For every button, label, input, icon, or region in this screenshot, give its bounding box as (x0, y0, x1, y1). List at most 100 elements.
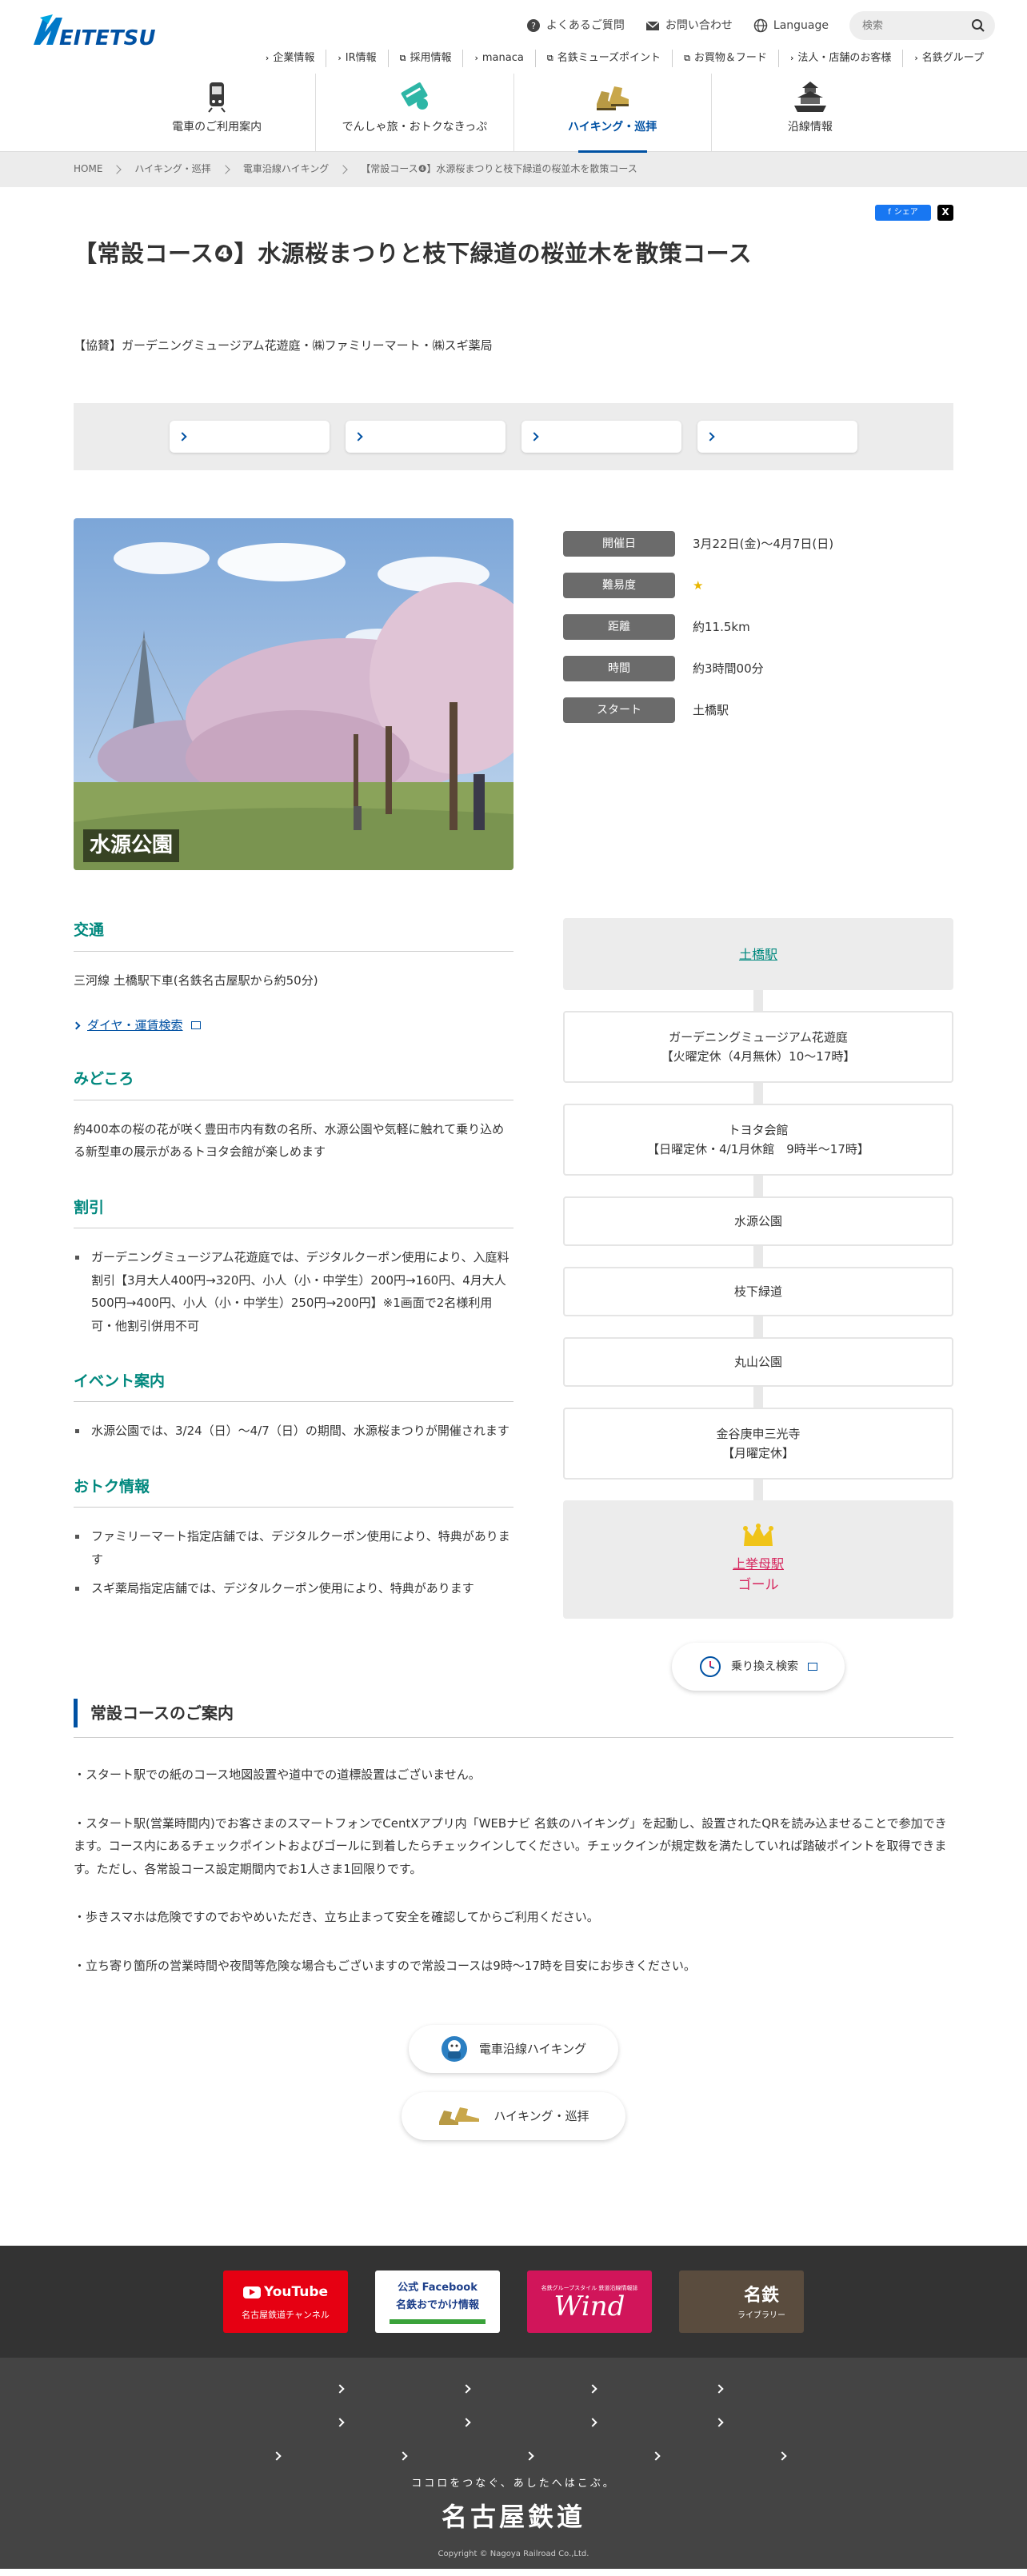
stop-note: 【月曜定休】 (721, 1446, 794, 1461)
language-label: Language (773, 18, 829, 32)
anchor-button[interactable] (170, 421, 330, 453)
event-heading: イベント案内 (74, 1369, 514, 1403)
list-item: ファミリーマート指定店舗では、デジタルクーポン使用により、特典があります (74, 1525, 514, 1571)
discount-heading: 割引 (74, 1196, 514, 1229)
mainnav-item-tickets[interactable]: でんしゃ旅・おトクなきっぷ (315, 74, 513, 152)
train-hiking-button[interactable]: 電車沿線ハイキング (409, 2025, 618, 2074)
stop-name: 金谷庚申三光寺 (716, 1427, 801, 1442)
route-map: 土橋駅 ガーデニングミュージアム花遊庭 【火曜定休（4月無休）10～17時】 ト… (563, 918, 953, 1619)
deals-heading: おトク情報 (74, 1475, 514, 1508)
highlights-heading: みどころ (74, 1067, 514, 1100)
route-stop: 丸山公園 (563, 1337, 953, 1388)
timetable-search-link[interactable]: ダイヤ・運賃検索 (87, 1016, 183, 1035)
list-item: スギ薬局指定店舗では、デジタルクーポン使用により、特典があります (74, 1577, 514, 1600)
castle-icon (793, 82, 826, 112)
footer-link[interactable] (684, 2415, 722, 2430)
info-row-time: 時間 約3時間00分 (563, 656, 953, 682)
course-details: 交通 三河線 土橋駅下車(名鉄名古屋駅から約50分) ダイヤ・運賃検索 みどころ… (72, 918, 953, 1691)
hiking-mascot-icon (441, 2036, 467, 2063)
faq-link[interactable]: ? よくあるご質問 (526, 12, 625, 39)
mainnav-item-hiking[interactable]: ハイキング・巡拝 (513, 74, 711, 153)
info-label: 開催日 (563, 531, 675, 557)
wind-magazine-banner[interactable]: 名鉄グループスタイル 鉄道沿線情報誌 Wind (527, 2270, 652, 2334)
subnav-item-company[interactable]: › 企業情報 (254, 50, 326, 67)
subnav-item-recruit[interactable]: ⧉ 採用情報 (387, 50, 463, 67)
breadcrumb-item-home[interactable]: HOME (74, 162, 102, 177)
hiking-boots-icon (439, 2107, 480, 2126)
subnav-item-muse-point[interactable]: ⧉ 名鉄ミューズポイント (534, 50, 672, 67)
anchor-button[interactable] (521, 421, 681, 453)
youtube-banner[interactable]: YouTube 名古屋鉄道チャンネル (223, 2270, 348, 2334)
breadcrumb-item-train-hiking[interactable]: 電車沿線ハイキング (211, 162, 329, 177)
footer-link[interactable] (431, 2382, 470, 2396)
cherry-blossom-park-image (74, 518, 514, 871)
related-buttons: 電車沿線ハイキング ハイキング・巡拝 (74, 2025, 953, 2141)
goal-station-link[interactable]: 上挙母駅 (733, 1554, 784, 1575)
footer-link[interactable] (368, 2449, 406, 2463)
copyright: Copyright © Nagoya Railroad Co.,Ltd. (438, 2550, 589, 2559)
stop-name: ガーデニングミュージアム花遊庭 (669, 1030, 848, 1045)
hiking-pilgrimage-button[interactable]: ハイキング・巡拝 (402, 2092, 625, 2141)
facebook-share-button[interactable]: f シェア (875, 205, 931, 221)
star-icon: ★ (693, 578, 704, 593)
mail-icon (645, 21, 660, 30)
info-value: 約11.5km (693, 620, 750, 635)
meitetsu-library-banner[interactable]: 名鉄 ライブラリー (679, 2270, 804, 2334)
x-share-button[interactable]: X (937, 205, 953, 221)
stop-name: 水源公園 (733, 1214, 782, 1229)
anchor-button[interactable] (697, 421, 857, 453)
train-line-icon (390, 2319, 486, 2325)
subnav-item-manaca[interactable]: › manaca (462, 50, 534, 67)
subnav-item-group[interactable]: › 名鉄グループ (902, 50, 995, 67)
facebook-banner[interactable]: 公式 Facebook 名鉄おでかけ情報 (375, 2270, 500, 2334)
footer-link[interactable] (431, 2415, 470, 2430)
contact-label: お問い合わせ (665, 18, 733, 32)
footer-brand-logo[interactable]: 名古屋鉄道 (0, 2497, 1027, 2538)
subnav-item-shopping[interactable]: ⧉ お買物＆フード (672, 50, 778, 67)
search-icon[interactable] (971, 18, 985, 33)
route-start: 土橋駅 (563, 918, 953, 991)
info-label: 難易度 (563, 573, 675, 599)
external-link-icon: ⧉ (546, 53, 553, 63)
crown-icon (743, 1524, 773, 1546)
globe-icon (753, 18, 768, 33)
contact-link[interactable]: お問い合わせ (645, 12, 733, 39)
route-stop: ガーデニングミュージアム花遊庭 【火曜定休（4月無休）10～17時】 (563, 1011, 953, 1084)
subnav-item-ir[interactable]: › IR情報 (326, 50, 387, 67)
footer-link-row (242, 2449, 785, 2463)
info-label: 距離 (563, 614, 675, 641)
footer-link[interactable] (621, 2449, 659, 2463)
footer-link[interactable] (305, 2382, 343, 2396)
info-label: スタート (563, 697, 675, 724)
breadcrumb-item-hiking[interactable]: ハイキング・巡拝 (102, 162, 210, 177)
mainnav-item-train-guide[interactable]: 電車のご利用案内 (118, 74, 315, 152)
info-value: 約3時間00分 (693, 661, 764, 677)
highlights-text: 約400本の桜の花が咲く豊田市内有数の名所、水源公園や気軽に触れて乗り込める新型… (74, 1121, 505, 1160)
chevron-right-icon (72, 1021, 81, 1030)
anchor-button[interactable] (346, 421, 506, 453)
mainnav-item-area-info[interactable]: 沿線情報 (710, 74, 909, 152)
footer-link[interactable] (305, 2415, 343, 2430)
footer-link[interactable] (684, 2382, 722, 2396)
route-stop: 枝下緑道 (563, 1267, 953, 1317)
language-link[interactable]: Language (753, 12, 829, 39)
start-station-link[interactable]: 土橋駅 (739, 945, 777, 965)
route-stop: 金谷庚申三光寺 【月曜定休】 (563, 1408, 953, 1480)
course-photo: 水源公園 (74, 518, 514, 871)
route-column: 土橋駅 ガーデニングミュージアム花遊庭 【火曜定休（4月無休）10～17時】 ト… (563, 918, 953, 1691)
utility-nav: ? よくあるご質問 お問い合わせ Language (526, 11, 995, 40)
info-label: 時間 (563, 656, 675, 682)
footer-link[interactable] (242, 2449, 280, 2463)
subnav-item-business[interactable]: › 法人・店舗のお客様 (777, 50, 902, 67)
footer-link[interactable] (494, 2449, 533, 2463)
footer-link-row (305, 2415, 722, 2430)
train-icon (208, 82, 226, 113)
meitetsu-logo[interactable]: EITETSU (32, 13, 166, 53)
footer-link[interactable] (747, 2449, 785, 2463)
footer-link[interactable] (557, 2415, 596, 2430)
course-info: 開催日 3月22日(金)～4月7日(日) 難易度 ★ 距離 約11.5km 時間… (563, 531, 953, 870)
hiking-boots-icon (596, 86, 629, 110)
discount-list: ガーデニングミュージアム花遊庭では、デジタルクーポン使用により、入庭料割引【3月… (74, 1246, 514, 1337)
footer-link[interactable] (557, 2382, 596, 2396)
transfer-search-button[interactable]: 乗り換え検索 (672, 1643, 845, 1691)
